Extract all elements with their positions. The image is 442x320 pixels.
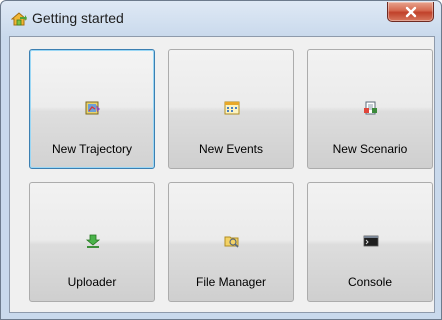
upload-icon bbox=[85, 233, 101, 249]
tile-label: File Manager bbox=[195, 275, 267, 289]
window-title: Getting started bbox=[32, 10, 124, 26]
console-icon bbox=[363, 233, 379, 249]
close-button[interactable] bbox=[387, 2, 434, 22]
tile-label: Uploader bbox=[67, 275, 117, 289]
tile-label: New Trajectory bbox=[51, 142, 133, 156]
new-trajectory-button[interactable]: New Trajectory bbox=[29, 49, 155, 169]
tile-label: New Events bbox=[198, 142, 264, 156]
new-events-button[interactable]: New Events bbox=[168, 49, 294, 169]
trajectory-icon bbox=[85, 100, 101, 116]
scenario-icon bbox=[363, 100, 379, 116]
uploader-button[interactable]: Uploader bbox=[29, 182, 155, 302]
getting-started-window: Getting started New Trajectory New Event… bbox=[0, 0, 442, 320]
client-area: New Trajectory New Events New Scenario U… bbox=[9, 36, 435, 313]
file-manager-button[interactable]: File Manager bbox=[168, 182, 294, 302]
tile-label: Console bbox=[347, 275, 393, 289]
tile-label: New Scenario bbox=[332, 142, 408, 156]
title-bar[interactable]: Getting started bbox=[1, 1, 441, 35]
new-scenario-button[interactable]: New Scenario bbox=[307, 49, 433, 169]
app-icon bbox=[10, 11, 28, 27]
events-icon bbox=[224, 100, 240, 116]
file-manager-icon bbox=[224, 233, 240, 249]
console-button[interactable]: Console bbox=[307, 182, 433, 302]
close-icon bbox=[405, 6, 416, 17]
